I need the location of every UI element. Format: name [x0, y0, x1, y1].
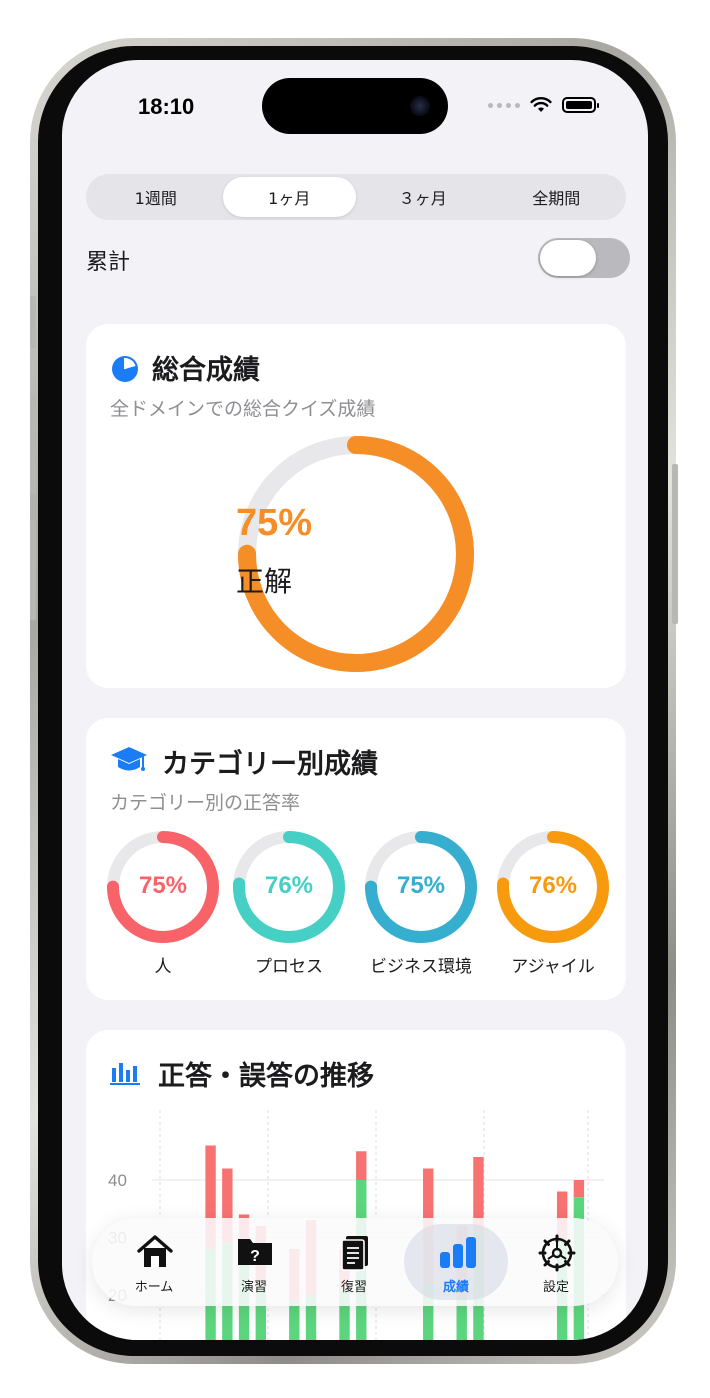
tab-settings[interactable]: 設定 — [504, 1224, 608, 1300]
overall-title: 総合成績 — [152, 355, 260, 386]
overall-percent: 75% — [236, 502, 313, 544]
overall-donut: 75% 正解 — [236, 434, 476, 674]
overall-subtitle: 全ドメインでの総合クイズ成績 — [110, 398, 376, 420]
tab-label: 復習 — [340, 1280, 367, 1295]
tab-label: 設定 — [542, 1280, 569, 1295]
gear-icon — [538, 1234, 576, 1272]
volume-up-button — [30, 394, 36, 494]
status-icons — [488, 96, 599, 114]
tab-results[interactable]: 成績 — [404, 1224, 508, 1300]
action-button — [30, 296, 36, 348]
category-percent: 75% — [396, 872, 446, 899]
home-icon — [137, 1235, 173, 1267]
chart-bar-icon — [440, 1237, 476, 1268]
category-percent: 76% — [264, 872, 314, 899]
folder-question-icon: ? — [238, 1239, 272, 1265]
category-percent: 76% — [528, 872, 578, 899]
pie-chart-icon — [112, 356, 138, 382]
segment-3-months[interactable]: ３ヶ月 — [356, 177, 490, 217]
category-card: カテゴリー別成績 カテゴリー別の正答率 75% 人 76% プロセス 75% ビ… — [86, 718, 626, 1000]
tab-home[interactable]: ホーム — [102, 1224, 206, 1300]
category-percent: 75% — [138, 872, 188, 899]
chart-bar-icon — [110, 1063, 140, 1085]
category-subtitle: カテゴリー別の正答率 — [110, 792, 301, 814]
category-ring-business[interactable]: 75% ビジネス環境 — [356, 830, 486, 980]
category-ring-people[interactable]: 75% 人 — [98, 830, 228, 980]
dynamic-island — [262, 78, 448, 134]
y-tick-label: 40 — [108, 1171, 127, 1190]
tab-label: 演習 — [240, 1280, 267, 1295]
toggle-knob — [540, 240, 596, 276]
category-name: アジャイル — [511, 957, 595, 977]
overall-card: 総合成績 全ドメインでの総合クイズ成績 75% 正解 — [86, 324, 626, 688]
segment-all-time[interactable]: 全期間 — [490, 177, 624, 217]
volume-down-button — [30, 520, 36, 620]
period-segmented-control: 1週間 1ヶ月 ３ヶ月 全期間 — [86, 174, 626, 220]
category-name: 人 — [154, 957, 172, 977]
bar-incorrect — [573, 1180, 585, 1198]
svg-text:?: ? — [250, 1248, 260, 1265]
tab-review[interactable]: 復習 — [302, 1224, 406, 1300]
cumulative-toggle[interactable] — [538, 238, 630, 278]
bar-correct — [289, 1300, 300, 1340]
tab-bar: ホーム ? 演習 復習 成績 設定 — [92, 1218, 618, 1306]
category-ring-agile[interactable]: 76% アジャイル — [488, 830, 618, 980]
category-title: カテゴリー別成績 — [162, 749, 378, 780]
signal-icon — [488, 102, 520, 108]
category-name: ビジネス環境 — [370, 957, 472, 977]
battery-icon — [562, 97, 599, 113]
category-ring-process[interactable]: 76% プロセス — [224, 830, 354, 980]
tab-label: 成績 — [442, 1280, 469, 1295]
category-name: プロセス — [255, 957, 323, 977]
status-time: 18:10 — [138, 94, 195, 119]
camera-icon — [410, 96, 430, 116]
notes-icon — [341, 1236, 368, 1271]
overall-label: 正解 — [236, 565, 293, 598]
cumulative-label: 累計 — [86, 250, 131, 275]
segment-1-month[interactable]: 1ヶ月 — [222, 177, 356, 217]
cumulative-row: 累計 — [86, 238, 630, 278]
power-button — [672, 464, 678, 624]
screen: 18:10 1週間 1ヶ月 ３ヶ月 全期間 累計 総合成績 全ドメインでの総合ク… — [62, 60, 648, 1340]
segment-1-week[interactable]: 1週間 — [89, 177, 223, 217]
tab-label: ホーム — [134, 1280, 174, 1295]
bar-incorrect — [356, 1151, 367, 1180]
tab-practice[interactable]: ? 演習 — [202, 1224, 306, 1300]
graduation-cap-icon — [111, 747, 147, 771]
trend-title: 正答・誤答の推移 — [158, 1061, 374, 1092]
wifi-icon — [530, 97, 552, 112]
